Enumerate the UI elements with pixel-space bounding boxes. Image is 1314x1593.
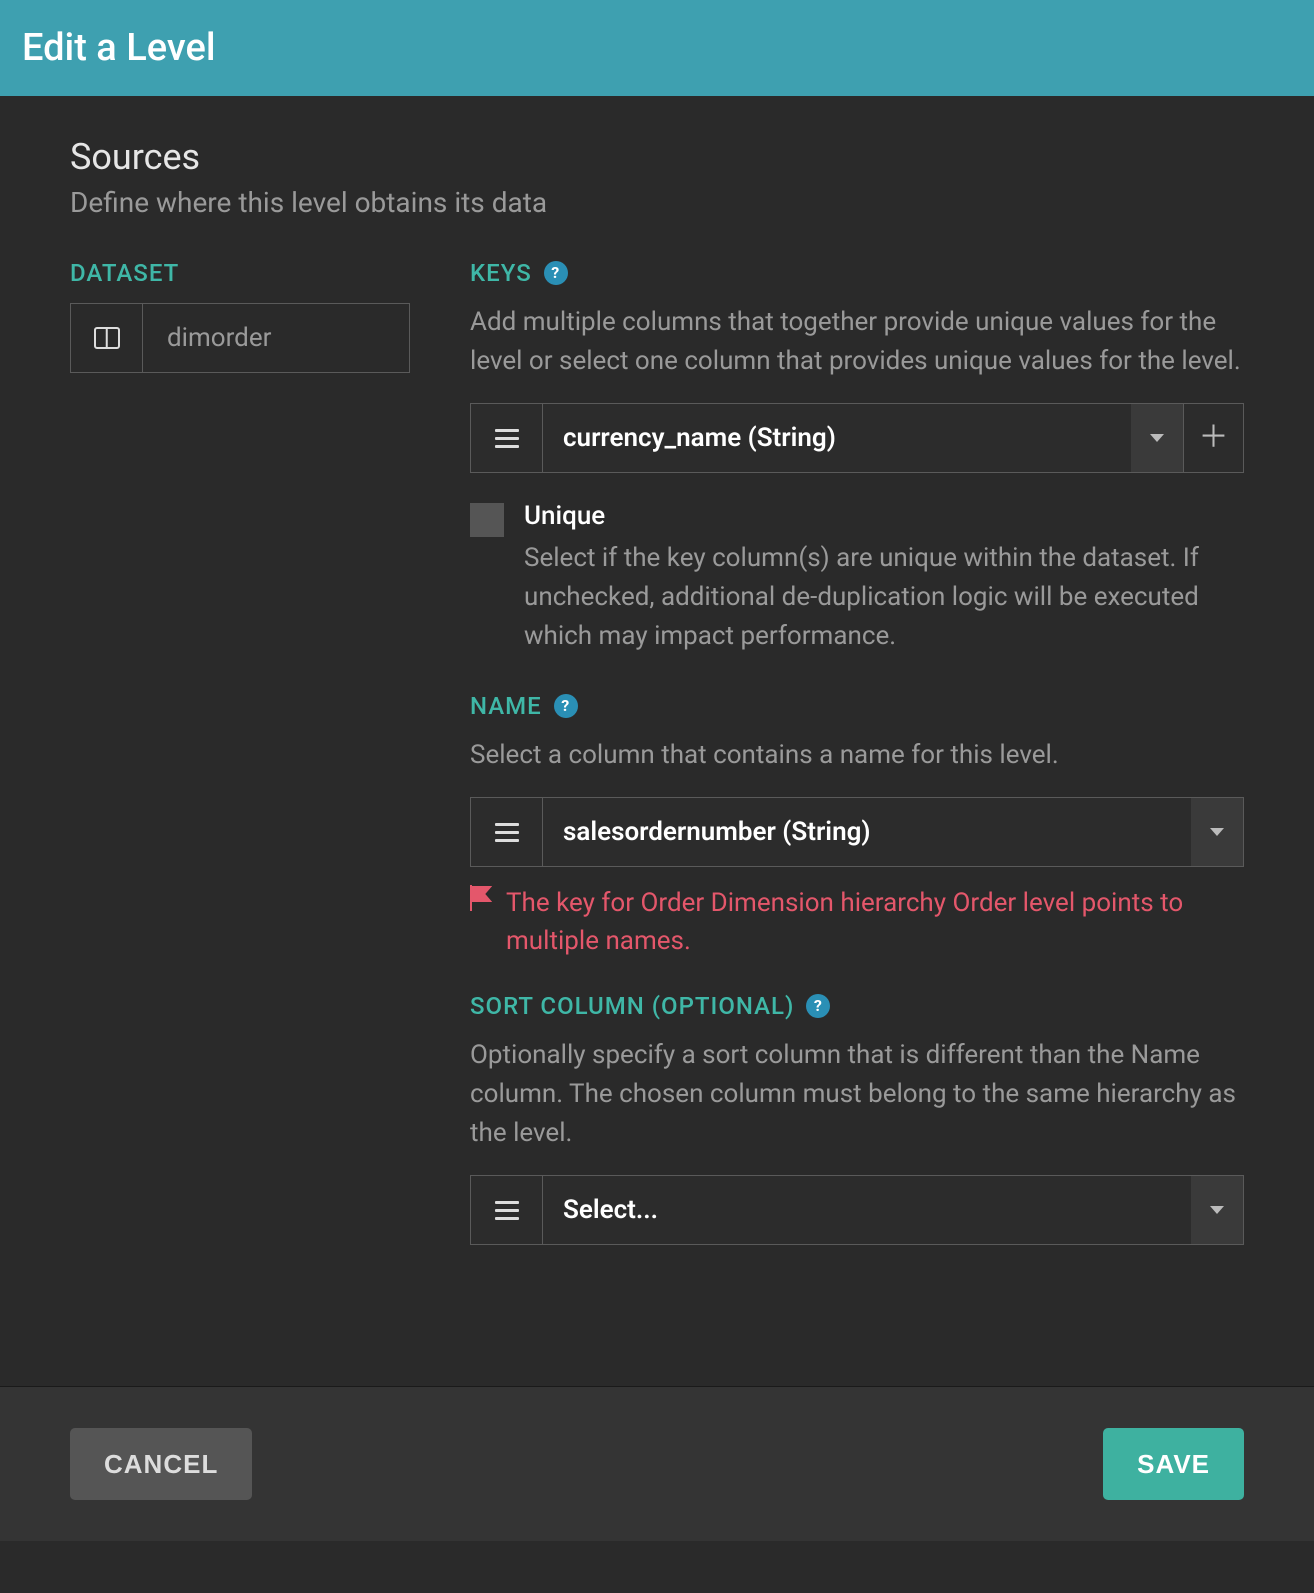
- modal-body: Sources Define where this level obtains …: [0, 96, 1314, 1386]
- modal-header: Edit a Level: [0, 0, 1314, 96]
- edit-level-modal: Edit a Level Sources Define where this l…: [0, 0, 1314, 1541]
- help-icon[interactable]: ?: [544, 261, 568, 285]
- name-desc: Select a column that contains a name for…: [470, 736, 1244, 775]
- unique-desc: Select if the key column(s) are unique w…: [524, 539, 1244, 656]
- cancel-button[interactable]: CANCEL: [70, 1428, 252, 1500]
- modal-footer: CANCEL SAVE: [0, 1386, 1314, 1541]
- sort-desc: Optionally specify a sort column that is…: [470, 1036, 1244, 1153]
- sort-label-text: SORT COLUMN (OPTIONAL): [470, 992, 794, 1020]
- help-icon[interactable]: ?: [806, 994, 830, 1018]
- dataset-value: dimorder: [143, 304, 409, 372]
- dataset-label-text: DATASET: [70, 259, 179, 287]
- name-select[interactable]: salesordernumber (String): [470, 797, 1244, 867]
- save-button[interactable]: SAVE: [1103, 1428, 1244, 1500]
- unique-checkbox[interactable]: [470, 503, 504, 537]
- keys-label: KEYS ?: [470, 259, 1244, 287]
- sort-select[interactable]: Select...: [470, 1175, 1244, 1245]
- keys-group: KEYS ? Add multiple columns that togethe…: [470, 259, 1244, 656]
- keys-select[interactable]: currency_name (String) ＋: [470, 403, 1244, 473]
- name-label-text: NAME: [470, 692, 542, 720]
- plus-icon: ＋: [1199, 423, 1229, 453]
- sort-label: SORT COLUMN (OPTIONAL) ?: [470, 992, 1244, 1020]
- sort-group: SORT COLUMN (OPTIONAL) ? Optionally spec…: [470, 992, 1244, 1245]
- keys-desc: Add multiple columns that together provi…: [470, 303, 1244, 381]
- left-column: DATASET dimorder: [70, 259, 410, 1255]
- chevron-down-icon[interactable]: [1191, 798, 1243, 866]
- name-error: The key for Order Dimension hierarchy Or…: [470, 885, 1244, 960]
- keys-label-text: KEYS: [470, 259, 532, 287]
- name-group: NAME ? Select a column that contains a n…: [470, 692, 1244, 960]
- flag-icon: [470, 885, 492, 960]
- drag-handle-icon[interactable]: [471, 798, 543, 866]
- unique-title: Unique: [524, 501, 1244, 531]
- section-subtitle: Define where this level obtains its data: [70, 186, 1244, 219]
- chevron-down-icon[interactable]: [1131, 404, 1183, 472]
- right-column: KEYS ? Add multiple columns that togethe…: [470, 259, 1244, 1255]
- chevron-down-icon[interactable]: [1191, 1176, 1243, 1244]
- sort-select-placeholder: Select...: [543, 1176, 1191, 1244]
- unique-row: Unique Select if the key column(s) are u…: [470, 501, 1244, 656]
- dataset-field[interactable]: dimorder: [70, 303, 410, 373]
- section-title: Sources: [70, 136, 1244, 178]
- help-icon[interactable]: ?: [554, 694, 578, 718]
- drag-handle-icon[interactable]: [471, 404, 543, 472]
- add-key-button[interactable]: ＋: [1183, 404, 1243, 472]
- name-label: NAME ?: [470, 692, 1244, 720]
- dataset-label: DATASET: [70, 259, 410, 287]
- table-icon: [71, 304, 143, 372]
- name-error-text: The key for Order Dimension hierarchy Or…: [506, 885, 1244, 960]
- name-select-value: salesordernumber (String): [543, 798, 1191, 866]
- drag-handle-icon[interactable]: [471, 1176, 543, 1244]
- modal-title: Edit a Level: [22, 26, 216, 70]
- keys-select-value: currency_name (String): [543, 404, 1131, 472]
